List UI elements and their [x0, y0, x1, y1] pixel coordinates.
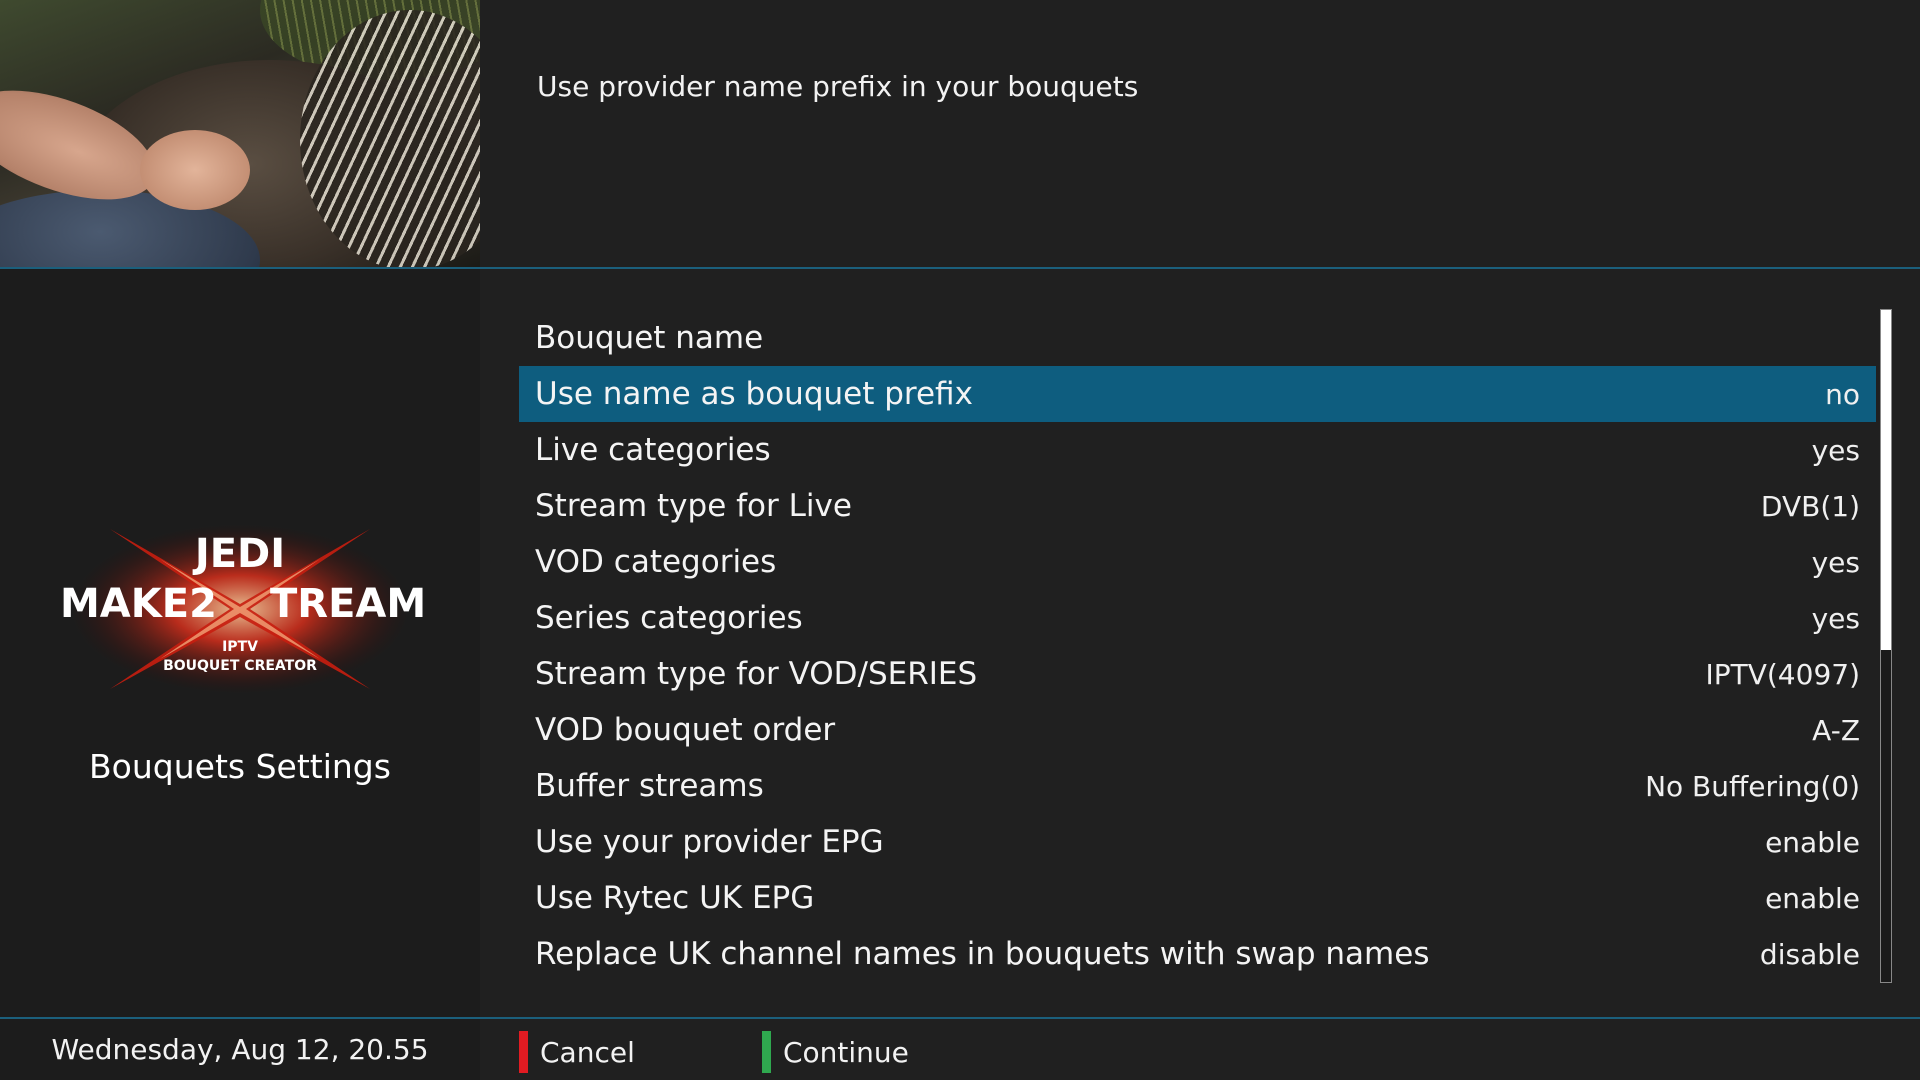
- setting-value: yes: [1811, 433, 1860, 467]
- setting-value: DVB(1): [1760, 489, 1860, 523]
- logo-line-2-left: MAKE2: [60, 581, 217, 627]
- setting-label: Use your provider EPG: [535, 824, 884, 860]
- setting-label: Replace UK channel names in bouquets wit…: [535, 936, 1430, 972]
- cancel-label: Cancel: [540, 1035, 635, 1069]
- red-key-icon: [519, 1031, 528, 1073]
- left-panel: JEDI MAKE2 TREAM IPTV BOUQUET CREATOR Bo…: [0, 269, 480, 1017]
- setting-row[interactable]: Use name as bouquet prefix no: [519, 366, 1876, 422]
- setting-label: Buffer streams: [535, 768, 764, 804]
- cancel-button[interactable]: Cancel: [519, 1031, 635, 1073]
- setting-row[interactable]: VOD bouquet order A-Z: [519, 702, 1876, 758]
- footer: Wednesday, Aug 12, 20.55 Cancel Continue: [0, 1019, 1920, 1080]
- setting-value: no: [1825, 377, 1860, 411]
- scrollbar[interactable]: [1880, 309, 1892, 983]
- logo-line-2-right: TREAM: [270, 581, 426, 627]
- setting-row[interactable]: Use Rytec UK EPG enable: [519, 870, 1876, 926]
- logo-line-3: IPTV: [222, 639, 258, 655]
- setting-label: Live categories: [535, 432, 771, 468]
- green-key-icon: [762, 1031, 771, 1073]
- setting-value: yes: [1811, 601, 1860, 635]
- setting-value: yes: [1811, 545, 1860, 579]
- setting-row[interactable]: Stream type for Live DVB(1): [519, 478, 1876, 534]
- continue-button[interactable]: Continue: [762, 1031, 909, 1073]
- settings-list[interactable]: Bouquet name Use name as bouquet prefix no…: [519, 310, 1876, 982]
- setting-row[interactable]: Series categories yes: [519, 590, 1876, 646]
- setting-value: enable: [1765, 825, 1860, 859]
- help-text: Use provider name prefix in your bouquet…: [537, 70, 1139, 103]
- setting-label: Stream type for Live: [535, 488, 852, 524]
- screen: Use provider name prefix in your bouquet…: [0, 0, 1920, 1080]
- setting-row[interactable]: Live categories yes: [519, 422, 1876, 478]
- setting-label: Use Rytec UK EPG: [535, 880, 815, 916]
- setting-label: Use name as bouquet prefix: [535, 376, 973, 412]
- logo-line-4: BOUQUET CREATOR: [163, 658, 317, 674]
- video-preview: [0, 0, 480, 267]
- setting-label: VOD bouquet order: [535, 712, 836, 748]
- setting-row[interactable]: Buffer streams No Buffering(0): [519, 758, 1876, 814]
- setting-value: A-Z: [1812, 713, 1860, 747]
- setting-value: disable: [1759, 937, 1860, 971]
- setting-value: enable: [1765, 881, 1860, 915]
- continue-label: Continue: [783, 1035, 909, 1069]
- datetime: Wednesday, Aug 12, 20.55: [0, 1019, 480, 1080]
- setting-row[interactable]: Bouquet name: [519, 310, 1876, 366]
- setting-row[interactable]: Replace UK channel names in bouquets wit…: [519, 926, 1876, 982]
- setting-label: Stream type for VOD/SERIES: [535, 656, 978, 692]
- setting-label: Bouquet name: [535, 320, 764, 356]
- jedi-make2stream-logo: JEDI MAKE2 TREAM IPTV BOUQUET CREATOR: [60, 524, 426, 694]
- setting-label: Series categories: [535, 600, 803, 636]
- setting-row[interactable]: Use your provider EPG enable: [519, 814, 1876, 870]
- setting-row[interactable]: Stream type for VOD/SERIES IPTV(4097): [519, 646, 1876, 702]
- scrollbar-thumb[interactable]: [1881, 310, 1891, 650]
- setting-label: VOD categories: [535, 544, 777, 580]
- setting-value: IPTV(4097): [1705, 657, 1860, 691]
- preview-hand: [140, 130, 250, 210]
- panel-title: Bouquets Settings: [89, 747, 391, 786]
- setting-value: No Buffering(0): [1645, 769, 1860, 803]
- setting-row[interactable]: VOD categories yes: [519, 534, 1876, 590]
- logo-line-1: JEDI: [192, 531, 285, 577]
